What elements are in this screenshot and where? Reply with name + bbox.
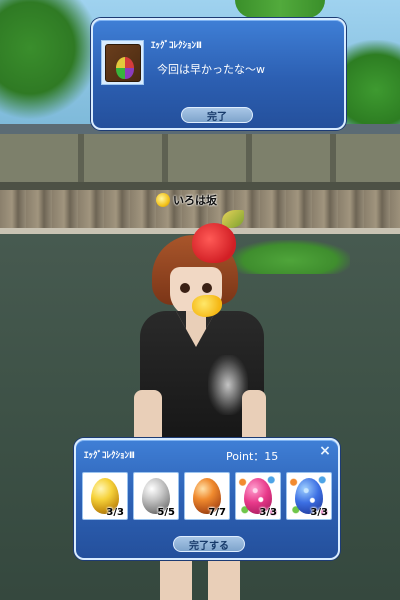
bronze-egg-slot[interactable]: 7/7	[184, 472, 230, 520]
dialog-message: 今回は早かったな～w	[157, 63, 265, 76]
quest-complete-dialog: ｴｯｸﾞｺﾚｸｼｮﾝⅡ 今回は早かったな～w 完了	[91, 18, 346, 130]
easter-egg-icon	[115, 56, 134, 79]
blue-egg-count: 3/3	[310, 507, 328, 518]
red-mask	[192, 223, 236, 263]
blue-egg-slot[interactable]: 3/3	[286, 472, 332, 520]
quest-item-thumbnail	[101, 40, 144, 85]
complete-collection-button[interactable]: 完了する	[173, 536, 245, 552]
gold-egg-count: 3/3	[106, 507, 124, 518]
panel-title: ｴｯｸﾞｺﾚｸｼｮﾝⅡ	[84, 451, 135, 461]
dialog-title: ｴｯｸﾞｺﾚｸｼｮﾝⅡ	[151, 41, 202, 51]
tree-foliage-left	[0, 0, 100, 120]
garden-wall	[0, 134, 400, 182]
character-eye-left	[180, 283, 190, 293]
pink-egg-slot[interactable]: 3/3	[235, 472, 281, 520]
silver-egg-count: 5/5	[157, 507, 175, 518]
complete-button[interactable]: 完了	[181, 107, 253, 123]
wall-base	[0, 182, 400, 190]
egg-collection-panel: ｴｯｸﾞｺﾚｸｼｮﾝⅡ Point：15 × 3/3 5/5 7/7 3/3 3…	[74, 438, 340, 560]
egg-book-icon	[104, 43, 141, 82]
egg-slots: 3/3 5/5 7/7 3/3 3/3	[82, 472, 332, 520]
silver-egg-slot[interactable]: 5/5	[133, 472, 179, 520]
bronze-egg-count: 7/7	[208, 507, 226, 518]
palm-foliage-top	[235, 0, 325, 18]
character-eye-right	[202, 283, 212, 293]
gold-egg-slot[interactable]: 3/3	[82, 472, 128, 520]
pink-egg-count: 3/3	[259, 507, 277, 518]
points-display: Point：15	[226, 450, 279, 463]
close-icon[interactable]: ×	[318, 444, 332, 458]
